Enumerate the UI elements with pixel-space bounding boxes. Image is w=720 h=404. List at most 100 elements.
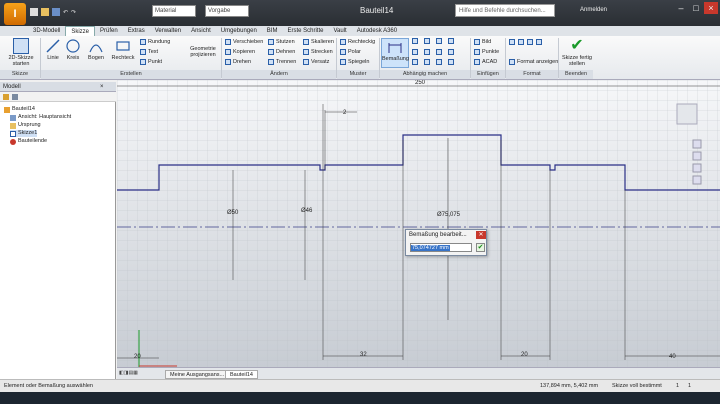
driven-dimension-icon[interactable] (527, 39, 533, 45)
text-button[interactable]: Text (140, 48, 158, 56)
close-icon[interactable]: ✕ (476, 231, 486, 239)
rotate-button[interactable]: Drehen (225, 58, 251, 66)
tab-manage[interactable]: Verwalten (150, 26, 186, 36)
tab-view[interactable]: Ansicht (186, 26, 216, 36)
maximize-icon[interactable]: □ (689, 2, 703, 14)
offset-button[interactable]: Versatz (303, 58, 329, 66)
save-icon[interactable] (52, 8, 60, 16)
tab-3d-model[interactable]: 3D-Modell (28, 26, 65, 36)
sketch-only-icon[interactable] (536, 39, 542, 45)
close-window-icon[interactable]: × (704, 2, 718, 14)
tab-vault[interactable]: Vault (328, 26, 351, 36)
start-2d-sketch-button[interactable]: 2D-Skizze starten (6, 38, 36, 67)
doc-tab-home[interactable]: Meine Ausgangsans... (165, 370, 230, 379)
fix-icon[interactable] (448, 38, 454, 44)
graphics-window[interactable]: 250 2 Ø50 Ø46 Ø75,075 20 32 20 40 (117, 80, 720, 367)
zoom-icon[interactable] (692, 151, 702, 161)
dim-40[interactable]: 40 (669, 354, 676, 360)
concentric-icon[interactable] (436, 38, 442, 44)
acad-button[interactable]: ACAD (474, 58, 497, 66)
new-icon[interactable] (30, 8, 38, 16)
arc-icon (88, 38, 104, 54)
dim-dia-46[interactable]: Ø46 (301, 208, 313, 214)
tab-bim[interactable]: BIM (262, 26, 283, 36)
line-icon (45, 38, 61, 54)
tab-get-started[interactable]: Erste Schritte (282, 26, 328, 36)
tab-tools[interactable]: Extras (123, 26, 150, 36)
help-search-input[interactable]: Hilfe und Befehle durchsuchen... (455, 4, 555, 17)
project-geometry-button[interactable]: Geometrie projizieren (186, 46, 220, 58)
redo-icon[interactable]: ↷ (71, 9, 76, 16)
dim-32[interactable]: 32 (360, 352, 367, 358)
image-button[interactable]: Bild (474, 38, 491, 46)
sign-in-link[interactable]: Anmelden (580, 7, 607, 13)
rectangular-pattern-button[interactable]: Rechteckig (340, 38, 375, 46)
dim-20-left[interactable]: 20 (134, 354, 141, 360)
split-button[interactable]: Trennen (268, 58, 296, 66)
material-combo[interactable]: Material (152, 5, 196, 17)
dim-dia-75[interactable]: Ø75,075 (437, 212, 461, 218)
smooth-icon[interactable] (424, 59, 430, 66)
point-button[interactable]: Punkt (140, 58, 162, 66)
collinear-icon[interactable] (424, 38, 430, 44)
construction-icon[interactable] (509, 39, 515, 45)
points-button[interactable]: Punkte (474, 48, 499, 56)
pan-icon[interactable] (692, 139, 702, 149)
show-format-icon (509, 59, 515, 65)
open-icon[interactable] (41, 8, 49, 16)
tree-item-sketch[interactable]: Skizze1 (10, 130, 38, 137)
tangent-icon[interactable] (412, 59, 418, 66)
orbit-icon[interactable] (692, 163, 702, 173)
dim-20-right[interactable]: 20 (521, 352, 528, 358)
symmetric-icon[interactable] (436, 59, 442, 66)
rectangle-button[interactable]: Rechteck (109, 38, 137, 61)
tree-item-end-of-part[interactable]: Bauteilende (10, 138, 47, 145)
arc-button[interactable]: Bogen (85, 38, 107, 61)
tab-a360[interactable]: Autodesk A360 (352, 26, 402, 36)
equal-icon[interactable] (448, 59, 454, 66)
extend-button[interactable]: Dehnen (268, 48, 295, 56)
viewcube-icon[interactable] (676, 103, 698, 125)
dim-dia-50[interactable]: Ø50 (227, 210, 239, 216)
scale-button[interactable]: Skalieren (303, 38, 334, 46)
circle-button[interactable]: Kreis (63, 38, 83, 61)
parallel-icon[interactable] (412, 48, 418, 55)
dim-top[interactable]: 250 (415, 80, 426, 86)
tree-item-part[interactable]: Bauteil14 (4, 106, 35, 113)
mirror-button[interactable]: Spiegeln (340, 58, 369, 66)
horizontal-icon[interactable] (436, 48, 442, 55)
tree-item-origin[interactable]: Ursprung (10, 122, 41, 129)
filter-icon[interactable] (3, 94, 9, 100)
centerline-icon[interactable] (518, 39, 524, 45)
accept-checkmark-icon[interactable]: ✔ (476, 243, 485, 252)
tab-inspect[interactable]: Prüfen (95, 26, 123, 36)
stretch-button[interactable]: Strecken (303, 48, 333, 56)
doc-tab-part[interactable]: Bauteil14 (225, 370, 258, 379)
minimize-icon[interactable]: – (674, 2, 688, 14)
perpendicular-icon[interactable] (424, 48, 430, 55)
finish-sketch-button[interactable]: ✔ Skizze fertig stellen (561, 38, 593, 68)
tab-environments[interactable]: Umgebungen (216, 26, 262, 36)
split-icon (268, 59, 274, 65)
browser-close-icon[interactable]: × (100, 82, 104, 92)
look-at-icon[interactable] (692, 175, 702, 185)
dimension-button[interactable]: Bemaßung (381, 38, 409, 68)
application-menu-button[interactable]: I (4, 3, 26, 25)
trim-button[interactable]: Stutzen (268, 38, 295, 46)
tree-item-view[interactable]: Ansicht: Hauptansicht (10, 114, 71, 121)
move-button[interactable]: Verschieben (225, 38, 263, 46)
fillet-button[interactable]: Rundung (140, 38, 170, 46)
tree-label: Bauteil14 (12, 106, 35, 112)
copy-button[interactable]: Kopieren (225, 48, 255, 56)
line-button[interactable]: Linie (43, 38, 63, 61)
dimension-value-input[interactable]: 75,074727 mm (410, 243, 472, 252)
tab-sketch[interactable]: Skizze (65, 26, 96, 36)
show-format-button[interactable]: Format anzeigen (509, 58, 558, 66)
search-icon[interactable] (12, 94, 18, 100)
coincident-icon[interactable] (412, 38, 418, 44)
undo-icon[interactable]: ↶ (63, 9, 68, 16)
tab-navigation-icons[interactable]: ◧◨▤▦ (119, 370, 159, 378)
appearance-combo[interactable]: Vorgabe (205, 5, 249, 17)
vertical-icon[interactable] (448, 48, 454, 55)
polar-pattern-button[interactable]: Polar (340, 48, 361, 56)
